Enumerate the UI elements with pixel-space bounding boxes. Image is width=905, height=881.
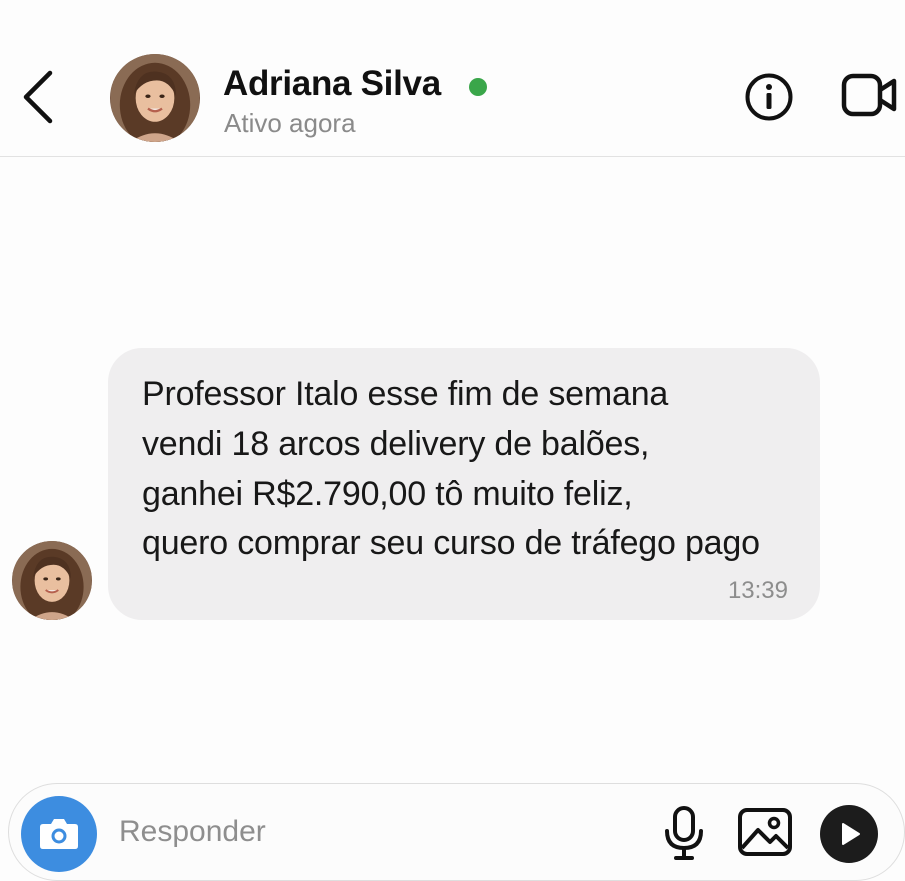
image-icon <box>738 808 792 856</box>
reply-input[interactable] <box>119 810 639 854</box>
contact-name[interactable]: Adriana Silva <box>223 64 441 104</box>
profile-photo <box>12 541 92 620</box>
chevron-left-icon <box>23 70 53 124</box>
online-status-dot <box>469 78 487 96</box>
activity-status: Ativo agora <box>224 108 356 138</box>
chat-header: Adriana Silva Ativo agora <box>0 0 905 157</box>
camera-icon <box>40 819 78 849</box>
info-icon <box>745 73 793 121</box>
sender-avatar[interactable] <box>12 541 92 620</box>
back-button[interactable] <box>18 67 62 127</box>
video-camera-icon <box>841 73 897 117</box>
microphone-icon <box>665 806 703 860</box>
message-text-line: Professor Italo esse fim de semana <box>142 375 669 413</box>
message-text-line: ganhei R$2.790,00 tô muito feliz, <box>142 475 633 513</box>
send-button[interactable] <box>820 805 878 863</box>
message-text-line: quero comprar seu curso de tráfego pago <box>142 524 760 562</box>
profile-photo <box>111 54 199 142</box>
video-call-button[interactable] <box>840 70 898 120</box>
message-composer <box>8 783 905 881</box>
voice-message-button[interactable] <box>659 804 709 864</box>
message-timestamp: 13:39 <box>727 577 788 604</box>
message-text-line: vendi 18 arcos delivery de balões, <box>142 425 650 463</box>
gallery-button[interactable] <box>736 806 794 858</box>
camera-button[interactable] <box>21 796 97 872</box>
chat-screen: Adriana Silva Ativo agora Professor Ital… <box>0 0 905 881</box>
play-send-icon <box>842 823 860 845</box>
info-button[interactable] <box>744 72 794 122</box>
contact-avatar[interactable] <box>110 54 200 142</box>
message-bubble[interactable]: Professor Italo esse fim de semana vendi… <box>108 348 820 620</box>
